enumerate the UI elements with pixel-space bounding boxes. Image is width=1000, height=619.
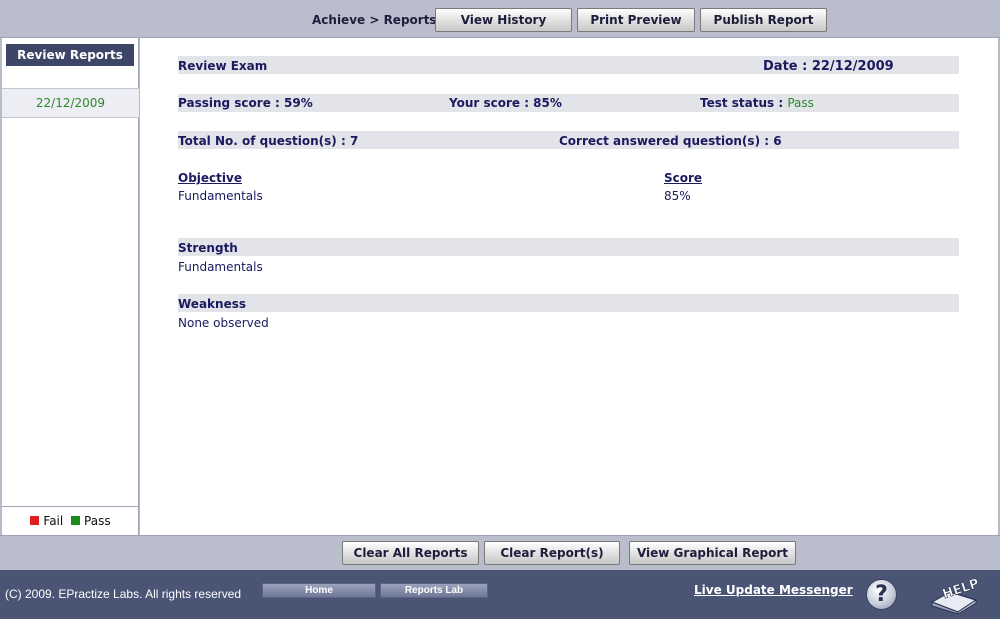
objective-score: 85% xyxy=(664,189,691,203)
objective-header: Objective xyxy=(178,171,242,185)
correct-questions: Correct answered question(s) : 6 xyxy=(559,134,782,148)
test-status-label: Test status : xyxy=(700,96,788,110)
status-legend: Fail Pass xyxy=(2,506,139,535)
fail-legend-label: Fail xyxy=(43,514,64,528)
bottom-toolbar: Clear All Reports Clear Report(s) View G… xyxy=(0,535,1000,570)
test-status: Test status : Pass xyxy=(700,96,814,110)
view-graphical-report-button[interactable]: View Graphical Report xyxy=(629,541,796,565)
total-questions: Total No. of question(s) : 7 xyxy=(178,134,359,148)
test-status-value: Pass xyxy=(787,96,814,110)
your-score: Your score : 85% xyxy=(449,96,562,110)
sidebar-title: Review Reports xyxy=(6,44,134,66)
weakness-title: Weakness xyxy=(178,297,246,311)
exam-date: Date : 22/12/2009 xyxy=(763,59,894,74)
sidebar-report-date[interactable]: 22/12/2009 xyxy=(2,88,139,118)
weakness-band xyxy=(178,294,959,312)
home-button[interactable]: Home xyxy=(262,583,376,598)
passing-score: Passing score : 59% xyxy=(178,96,313,110)
pass-legend-swatch xyxy=(71,516,81,525)
reports-lab-button[interactable]: Reports Lab xyxy=(380,583,488,598)
publish-report-button[interactable]: Publish Report xyxy=(700,8,827,32)
objective-name: Fundamentals xyxy=(178,189,263,203)
score-header: Score xyxy=(664,171,703,185)
help-book-icon[interactable]: HELP xyxy=(928,576,980,614)
top-toolbar: Achieve > Reports View History Print Pre… xyxy=(0,0,1000,38)
sidebar: Review Reports 22/12/2009 Fail Pass xyxy=(2,38,139,535)
clear-all-reports-button[interactable]: Clear All Reports xyxy=(342,541,479,565)
strength-value: Fundamentals xyxy=(178,260,263,274)
view-history-button[interactable]: View History xyxy=(435,8,572,32)
fail-legend-swatch xyxy=(30,516,40,525)
breadcrumb: Achieve > Reports xyxy=(312,13,437,27)
weakness-value: None observed xyxy=(178,316,269,330)
exam-name: Review Exam xyxy=(178,59,268,73)
live-update-messenger-link[interactable]: Live Update Messenger xyxy=(694,583,853,597)
print-preview-button[interactable]: Print Preview xyxy=(577,8,695,32)
footer: (C) 2009. EPractize Labs. All rights res… xyxy=(0,570,1000,619)
clear-reports-button[interactable]: Clear Report(s) xyxy=(484,541,620,565)
copyright-text: (C) 2009. EPractize Labs. All rights res… xyxy=(5,587,242,601)
question-help-icon[interactable]: ? xyxy=(866,579,897,610)
pass-legend-label: Pass xyxy=(84,514,111,528)
strength-title: Strength xyxy=(178,241,238,255)
report-panel: Review Exam Date : 22/12/2009 Passing sc… xyxy=(140,38,998,535)
strength-band xyxy=(178,238,959,256)
